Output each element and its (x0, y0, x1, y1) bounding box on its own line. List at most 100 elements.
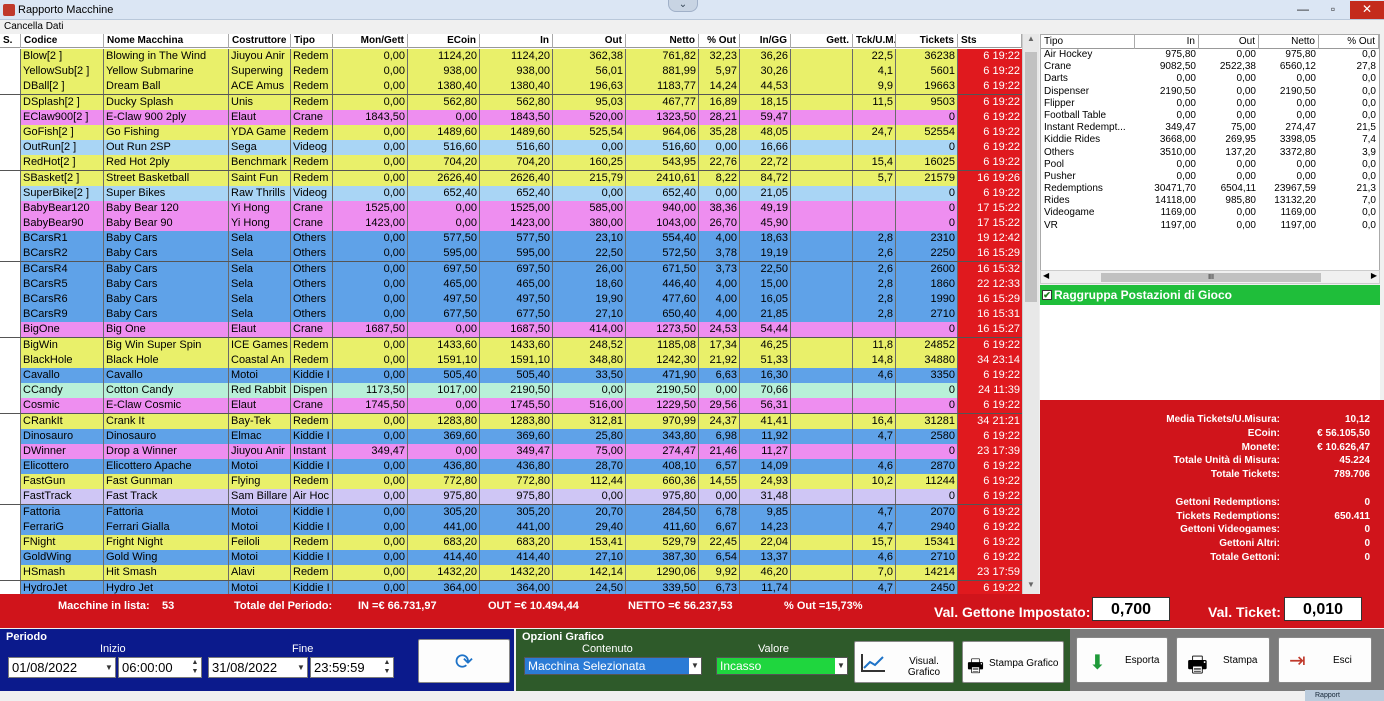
table-row[interactable]: BCarsR2 Baby Cars Sela Others 0,00 595,00 595,… (0, 246, 1022, 262)
table-row[interactable]: OutRun[2 ] Out Run 2SP Sega Videog 0,00 516,6… (0, 140, 1022, 156)
type-column-header[interactable]: In (1135, 35, 1199, 49)
column-header[interactable]: Sts (958, 34, 1022, 48)
table-row[interactable]: Dinosauro Dinosauro Elmac Kiddie I 0,00 369,6… (0, 428, 1022, 444)
table-row[interactable]: CCandy Cotton Candy Red Rabbit Dispen 1173,5… (0, 383, 1022, 399)
spin-updown-icon[interactable]: ▲ ▼ (381, 658, 393, 677)
type-summary-table[interactable]: Tipo In Out Netto% Out Air Hockey 975,80 0,00… (1040, 34, 1380, 284)
column-header[interactable]: Netto (626, 34, 699, 48)
table-row[interactable]: GoFish[2 ] Go Fishing YDA Game Redem 0,00 148… (0, 124, 1022, 141)
table-row[interactable]: BCarsR5 Baby Cars Sela Others 0,00 465,00 465,… (0, 276, 1022, 292)
start-date-picker[interactable]: 01/08/2022 ▼ (8, 657, 116, 678)
grid-vertical-scrollbar[interactable]: ▲ ▼ (1022, 34, 1039, 594)
type-row[interactable]: Crane 9082,50 2522,38 6560,12 27,8 (1041, 61, 1379, 73)
type-row[interactable]: Others 3510,00 137,20 3372,80 3,9 (1041, 147, 1379, 159)
scroll-thumb[interactable] (1025, 52, 1037, 302)
table-row[interactable]: EClaw900[2 ] E-Claw 900 2ply Elaut Crane 184… (0, 109, 1022, 125)
contenuto-select[interactable]: Macchina Selezionata ▼ (524, 657, 702, 675)
scroll-thumb[interactable]: III (1101, 273, 1321, 282)
type-row[interactable]: Football Table 0,00 0,00 0,00 0,0 (1041, 110, 1379, 122)
table-row[interactable]: GoldWing Gold Wing Motoi Kiddie I 0,00 414,40… (0, 550, 1022, 566)
table-row[interactable]: DSplash[2 ] Ducky Splash Unis Redem 0,00 562,… (0, 94, 1022, 110)
chevron-down-icon[interactable]: ▼ (835, 658, 847, 674)
valore-select[interactable]: Incasso ▼ (716, 657, 848, 675)
type-row[interactable]: Flipper 0,00 0,00 0,00 0,0 (1041, 98, 1379, 110)
close-button[interactable]: ✕ (1350, 1, 1384, 19)
table-row[interactable]: DWinner Drop a Winner Jiuyou Anir Instant 34… (0, 443, 1022, 460)
column-header[interactable]: S. (0, 34, 21, 48)
table-row[interactable]: Cosmic E-Claw Cosmic Elaut Crane 1745,50 0,00… (0, 398, 1022, 414)
table-row[interactable]: BCarsR6 Baby Cars Sela Others 0,00 497,50 497,… (0, 292, 1022, 308)
type-column-header[interactable]: % Out (1319, 35, 1379, 49)
scroll-up-icon[interactable]: ▲ (1023, 34, 1039, 48)
column-header[interactable]: In/GG (740, 34, 791, 48)
type-table-horizontal-scrollbar[interactable]: ◀ III ▶ (1040, 270, 1380, 284)
table-row[interactable]: SBasket[2 ] Street Basketball Saint Fun Red… (0, 170, 1022, 186)
stampa-button[interactable]: 🖶 Stampa (1176, 637, 1270, 683)
type-row[interactable]: Pool 0,00 0,00 0,00 0,0 (1041, 159, 1379, 171)
table-row[interactable]: BabyBear90 Baby Bear 90 Yi Hong Crane 1423,0… (0, 216, 1022, 232)
chevron-down-icon[interactable]: ▼ (103, 658, 115, 677)
visual-grafico-button[interactable]: Visual. Grafico (854, 641, 954, 683)
column-header[interactable]: % Out (699, 34, 740, 48)
table-row[interactable]: HSmash Hit Smash Alavi Redem 0,00 1432,20 1432… (0, 565, 1022, 581)
table-row[interactable]: FastGun Fast Gunman Flying Redem 0,00 772,80 7… (0, 474, 1022, 490)
chevron-down-icon[interactable]: ▼ (295, 658, 307, 677)
column-header[interactable]: Out (553, 34, 626, 48)
chevron-down-icon[interactable]: ▼ (689, 658, 701, 674)
table-row[interactable]: BigWin Big Win Super Spin ICE Games Redem 0,… (0, 337, 1022, 353)
taskbar-thumbnail[interactable]: Rapport (1305, 690, 1384, 701)
column-header[interactable]: In (480, 34, 553, 48)
table-row[interactable]: BigOne Big One Elaut Crane 1687,50 0,00 1687,5… (0, 322, 1022, 338)
table-row[interactable]: YellowSub[2 ] Yellow Submarine Superwing Re… (0, 64, 1022, 80)
table-row[interactable]: BCarsR9 Baby Cars Sela Others 0,00 677,50 677,… (0, 307, 1022, 323)
refresh-button[interactable]: ⟳ (418, 639, 510, 683)
column-header[interactable]: Tickets (896, 34, 958, 48)
table-row[interactable]: FerrariG Ferrari Gialla Motoi Kiddie I 0,00 4… (0, 519, 1022, 535)
type-row[interactable]: Air Hockey 975,80 0,00 975,80 0,0 (1041, 49, 1379, 61)
column-header[interactable]: Mon/Gett (333, 34, 408, 48)
table-row[interactable]: SuperBike[2 ] Super Bikes Raw Thrills Video… (0, 185, 1022, 201)
table-row[interactable]: CRankIt Crank It Bay-Tek Redem 0,00 1283,80 12… (0, 413, 1022, 429)
table-row[interactable]: FastTrack Fast Track Sam Billare Air Hoc 0,0… (0, 489, 1022, 505)
column-header[interactable]: Codice (21, 34, 104, 48)
type-row[interactable]: Dispenser 2190,50 0,00 2190,50 0,0 (1041, 86, 1379, 98)
table-row[interactable]: BCarsR4 Baby Cars Sela Others 0,00 697,50 697,… (0, 261, 1022, 277)
spin-updown-icon[interactable]: ▲ ▼ (189, 658, 201, 677)
collapse-toggle[interactable]: ⌄ (668, 0, 698, 12)
table-row[interactable]: BlackHole Black Hole Coastal An Redem 0,00 15… (0, 352, 1022, 368)
scroll-down-icon[interactable]: ▼ (1023, 580, 1039, 594)
table-row[interactable]: Cavallo Cavallo Motoi Kiddie I 0,00 505,40 505… (0, 367, 1022, 384)
column-header[interactable]: Costruttore (229, 34, 291, 48)
type-row[interactable]: Pusher 0,00 0,00 0,00 0,0 (1041, 171, 1379, 183)
type-row[interactable]: Rides 14118,00 985,80 13132,20 7,0 (1041, 195, 1379, 207)
esporta-button[interactable]: ⬇ Esporta (1076, 637, 1168, 683)
scroll-right-icon[interactable]: ▶ (1371, 271, 1377, 280)
type-row[interactable]: Redemptions 30471,70 6504,11 23967,59 21,3 (1041, 183, 1379, 195)
table-row[interactable]: BabyBear120 Baby Bear 120 Yi Hong Crane 1525… (0, 200, 1022, 217)
start-time-picker[interactable]: 06:00:00 ▲ ▼ (118, 657, 202, 678)
table-row[interactable]: Fattoria Fattoria Motoi Kiddie I 0,00 305,20 3… (0, 504, 1022, 520)
column-header[interactable]: Nome Macchina (104, 34, 229, 48)
type-column-header[interactable]: Netto (1259, 35, 1319, 49)
end-date-picker[interactable]: 31/08/2022 ▼ (208, 657, 308, 678)
scroll-left-icon[interactable]: ◀ (1043, 271, 1049, 280)
cancella-dati-menu[interactable]: Cancella Dati (4, 21, 63, 32)
type-row[interactable]: Darts 0,00 0,00 0,00 0,0 (1041, 73, 1379, 85)
column-header[interactable]: ECoin (408, 34, 480, 48)
maximize-button[interactable]: ▫ (1318, 1, 1348, 19)
column-header[interactable]: Tck/U.M. (853, 34, 896, 48)
raggruppa-checkbox[interactable]: ✔ Raggruppa Postazioni di Gioco (1040, 285, 1380, 305)
end-time-picker[interactable]: 23:59:59 ▲ ▼ (310, 657, 394, 678)
table-row[interactable]: HydroJet Hydro Jet Motoi Kiddie I 0,00 364,00… (0, 580, 1022, 594)
column-header[interactable]: Tipo (291, 34, 333, 48)
type-column-header[interactable]: Out (1199, 35, 1259, 49)
token-value-field[interactable]: 0,700 (1092, 597, 1170, 621)
column-header[interactable]: Gett. (791, 34, 853, 48)
type-row[interactable]: Videogame 1169,00 0,00 1169,00 0,0 (1041, 207, 1379, 219)
checkbox-check-icon[interactable]: ✔ (1042, 290, 1052, 300)
machines-grid[interactable]: S. Codice Nome Macchina Costruttore Tipo Mon/… (0, 34, 1022, 594)
table-row[interactable]: Blow[2 ] Blowing in The Wind Jiuyou Anir Re… (0, 49, 1022, 65)
table-row[interactable]: BCarsR1 Baby Cars Sela Others 0,00 577,50 577,… (0, 231, 1022, 247)
type-row[interactable]: VR 1197,00 0,00 1197,00 0,0 (1041, 220, 1379, 232)
ticket-value-field[interactable]: 0,010 (1284, 597, 1362, 621)
